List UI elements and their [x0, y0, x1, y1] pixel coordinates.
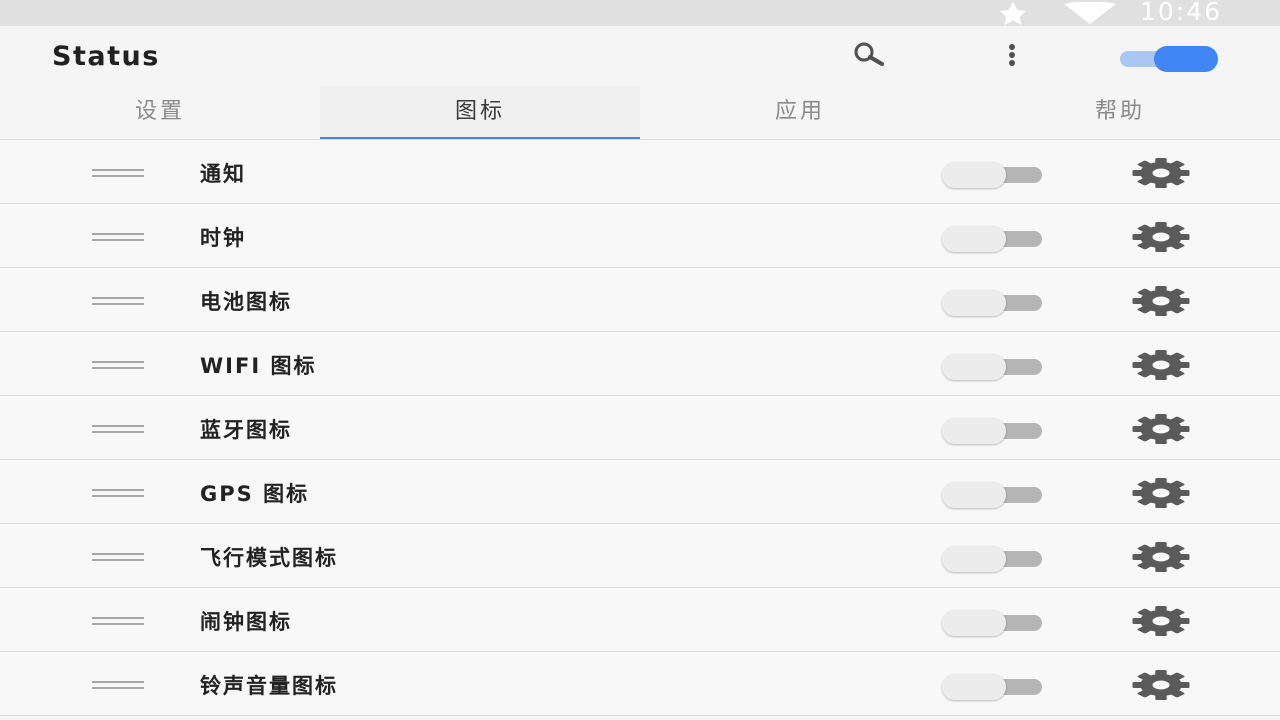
- drag-handle-icon[interactable]: [92, 617, 144, 625]
- gear-icon[interactable]: [1128, 604, 1194, 638]
- drag-handle-icon[interactable]: [92, 681, 144, 689]
- list-item-label: 电池图标: [200, 290, 292, 314]
- search-icon[interactable]: [846, 42, 906, 72]
- tab-icons[interactable]: 图标: [320, 86, 640, 139]
- tab-help[interactable]: 帮助: [960, 86, 1280, 139]
- item-toggle[interactable]: [942, 482, 1046, 508]
- tab-settings[interactable]: 设置: [0, 86, 320, 139]
- list-item-label: 铃声音量图标: [200, 674, 338, 698]
- star-icon: [1000, 2, 1026, 25]
- item-toggle[interactable]: [942, 354, 1046, 380]
- page-title: Status: [52, 41, 160, 72]
- drag-handle-icon[interactable]: [92, 553, 144, 561]
- status-bar: 10:46: [0, 0, 1280, 26]
- list-item-label: 闹钟图标: [200, 610, 292, 634]
- list-item[interactable]: 闹钟图标: [0, 588, 1280, 652]
- master-toggle[interactable]: [1118, 46, 1220, 72]
- tab-bar: 设置 图标 应用 帮助: [0, 86, 1280, 139]
- list-item-label: 通知: [200, 162, 246, 186]
- list-item-label: 时钟: [200, 226, 246, 250]
- gear-icon[interactable]: [1128, 412, 1194, 446]
- list-item[interactable]: WIFI 图标: [0, 332, 1280, 396]
- drag-handle-icon[interactable]: [92, 297, 144, 305]
- list-item-label: 蓝牙图标: [200, 418, 292, 442]
- list-item-label: 飞行模式图标: [200, 546, 338, 570]
- item-toggle[interactable]: [942, 546, 1046, 572]
- status-time: 10:46: [1140, 0, 1223, 26]
- drag-handle-icon[interactable]: [92, 361, 144, 369]
- item-toggle[interactable]: [942, 162, 1046, 188]
- gear-icon[interactable]: [1128, 540, 1194, 574]
- item-toggle[interactable]: [942, 226, 1046, 252]
- item-toggle[interactable]: [942, 674, 1046, 700]
- list-item[interactable]: 铃声音量图标: [0, 652, 1280, 716]
- master-toggle-thumb: [1154, 46, 1218, 72]
- item-toggle[interactable]: [942, 610, 1046, 636]
- list-item[interactable]: 电池图标: [0, 268, 1280, 332]
- gear-icon[interactable]: [1128, 284, 1194, 318]
- screen: 10:46 Status 设置 图标 应用 帮助 通知 时钟 电池图标 WIFI…: [0, 0, 1280, 720]
- list-item-label: WIFI 图标: [200, 354, 317, 378]
- icon-list: 通知 时钟 电池图标 WIFI 图标 蓝牙图标 GPS 图标 飞行模式图标 闹钟…: [0, 140, 1280, 716]
- list-item[interactable]: 蓝牙图标: [0, 396, 1280, 460]
- list-item[interactable]: GPS 图标: [0, 460, 1280, 524]
- drag-handle-icon[interactable]: [92, 425, 144, 433]
- gear-icon[interactable]: [1128, 668, 1194, 702]
- item-toggle[interactable]: [942, 418, 1046, 444]
- drag-handle-icon[interactable]: [92, 169, 144, 177]
- app-bar: Status 设置 图标 应用 帮助: [0, 26, 1280, 140]
- drag-handle-icon[interactable]: [92, 233, 144, 241]
- list-item-label: GPS 图标: [200, 482, 310, 506]
- gear-icon[interactable]: [1128, 348, 1194, 382]
- list-item[interactable]: 通知: [0, 140, 1280, 204]
- wifi-icon: [1064, 2, 1116, 24]
- list-item[interactable]: 飞行模式图标: [0, 524, 1280, 588]
- gear-icon[interactable]: [1128, 156, 1194, 190]
- tab-apps[interactable]: 应用: [640, 86, 960, 139]
- list-item[interactable]: 时钟: [0, 204, 1280, 268]
- gear-icon[interactable]: [1128, 476, 1194, 510]
- item-toggle[interactable]: [942, 290, 1046, 316]
- more-vert-icon[interactable]: [1000, 42, 1024, 72]
- drag-handle-icon[interactable]: [92, 489, 144, 497]
- gear-icon[interactable]: [1128, 220, 1194, 254]
